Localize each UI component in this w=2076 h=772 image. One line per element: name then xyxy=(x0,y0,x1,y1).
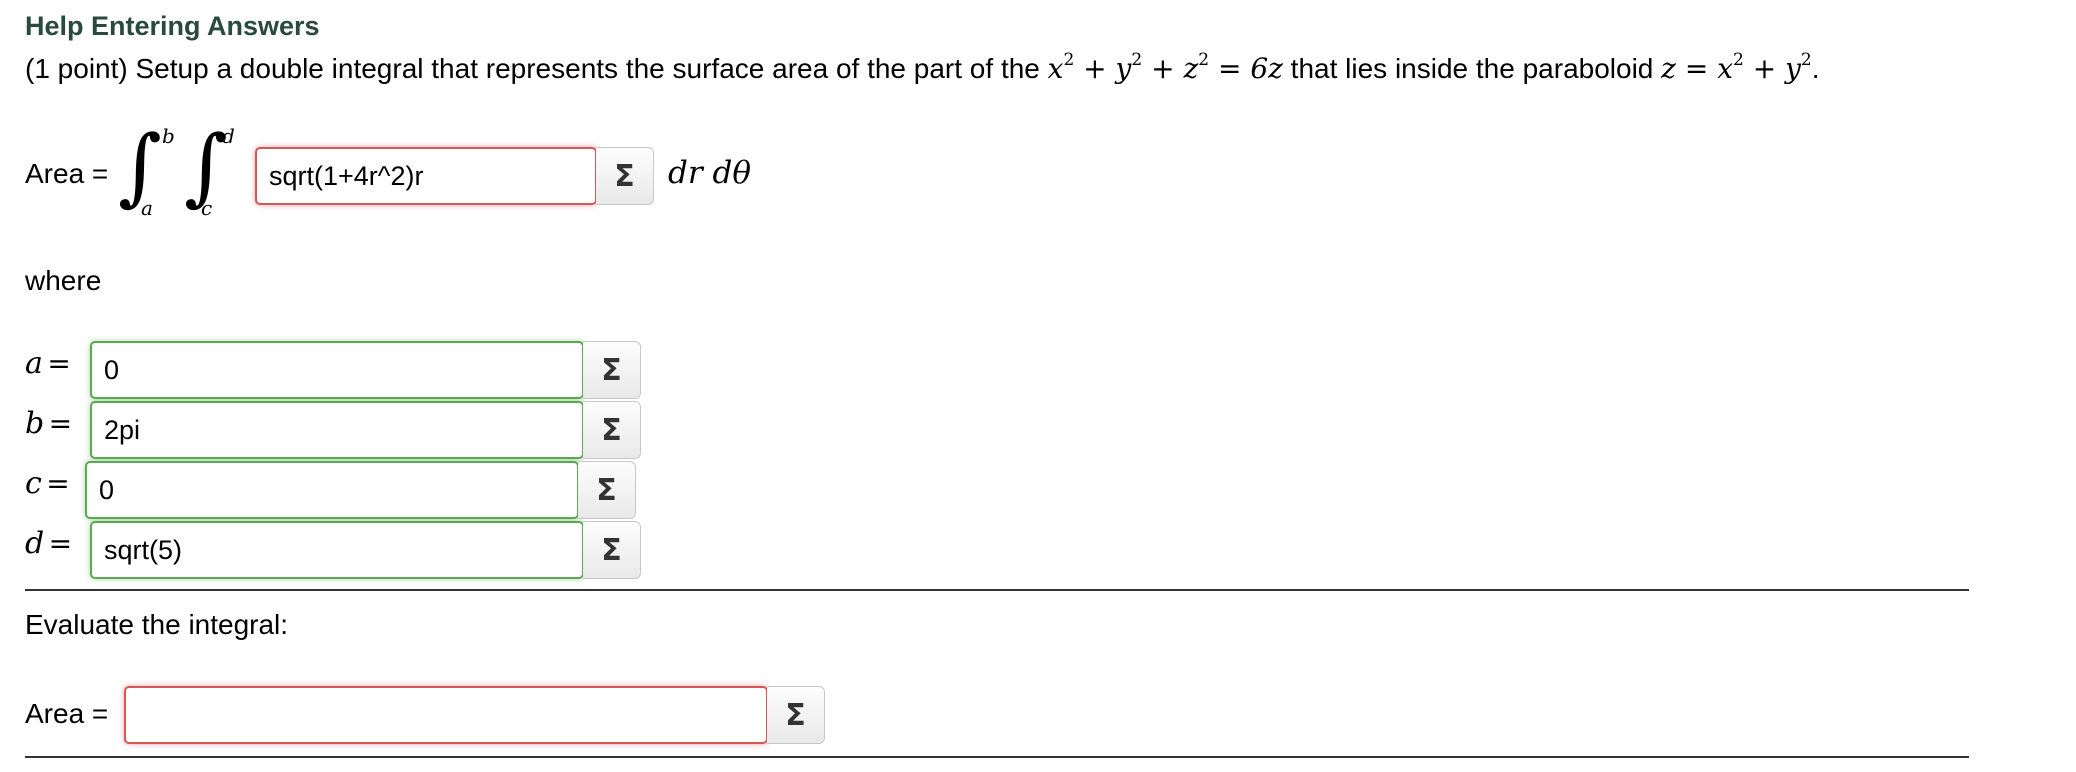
differentials: dr dθ xyxy=(668,155,752,191)
help-entering-answers-link[interactable]: Help Entering Answers xyxy=(25,11,320,42)
evaluate-label: Evaluate the integral: xyxy=(25,609,289,640)
bound-d-input[interactable] xyxy=(90,521,584,579)
sigma-icon: Σ xyxy=(614,158,635,194)
integrand-input[interactable] xyxy=(255,147,597,205)
bottom-divider xyxy=(25,756,1969,758)
bound-c-label: c = xyxy=(25,466,70,501)
outer-upper-limit: b xyxy=(162,124,175,148)
where-label: where xyxy=(25,265,102,296)
sigma-icon: Σ xyxy=(601,532,622,568)
inner-upper-limit: d xyxy=(222,124,235,148)
paraboloid-equation: z = x2 + y2 xyxy=(1661,50,1812,86)
area-label: Area = xyxy=(25,158,109,189)
integrand-equation-editor-button[interactable]: Σ xyxy=(596,147,654,205)
outer-integral-symbol: ∫ xyxy=(118,117,162,215)
problem-statement: (1 point) Setup a double integral that r… xyxy=(25,50,1820,86)
evaluate-area-input[interactable] xyxy=(124,686,768,744)
double-integral-sign: ∫ b a ∫ d c xyxy=(118,122,248,222)
sigma-icon: Σ xyxy=(785,697,806,733)
problem-suffix: . xyxy=(1811,53,1820,84)
bound-b-equation-editor-button[interactable]: Σ xyxy=(583,401,641,459)
bound-b-input[interactable] xyxy=(90,401,584,459)
section-divider xyxy=(25,589,1969,591)
sigma-icon: Σ xyxy=(596,472,617,508)
bound-b-label: b = xyxy=(25,406,73,441)
sigma-icon: Σ xyxy=(601,412,622,448)
inner-lower-limit: c xyxy=(201,196,213,220)
bound-c-equation-editor-button[interactable]: Σ xyxy=(578,461,636,519)
outer-lower-limit: a xyxy=(141,196,153,220)
sphere-equation: x2 + y2 + z2 = 6z xyxy=(1047,50,1283,86)
problem-prefix: (1 point) Setup a double integral that r… xyxy=(25,53,1048,84)
bound-a-equation-editor-button[interactable]: Σ xyxy=(583,341,641,399)
problem-middle: that lies inside the paraboloid xyxy=(1282,53,1662,84)
bound-a-label: a = xyxy=(25,346,71,381)
bound-c-input[interactable] xyxy=(85,461,579,519)
sigma-icon: Σ xyxy=(601,352,622,388)
bound-d-label: d = xyxy=(25,526,73,561)
evaluate-area-label: Area = xyxy=(25,698,109,729)
bound-d-equation-editor-button[interactable]: Σ xyxy=(583,521,641,579)
bound-a-input[interactable] xyxy=(90,341,584,399)
evaluate-equation-editor-button[interactable]: Σ xyxy=(767,686,825,744)
